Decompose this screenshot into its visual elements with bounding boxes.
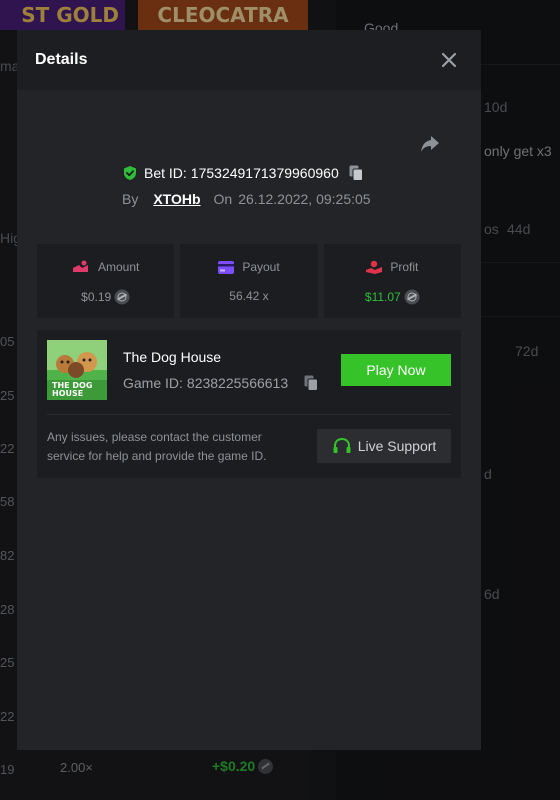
live-support-button[interactable]: Live Support [317,429,451,463]
support-notice: Any issues, please contact the customer … [47,430,267,463]
game-id-label: Game ID: [123,375,183,391]
copy-icon[interactable] [304,375,319,391]
bet-date: 26.12.2022, 09:25:05 [238,191,371,207]
game-thumbnail-art: THE DOG HOUSE [47,340,107,400]
bet-meta-row: By XTOHb On 26.12.2022, 09:25:05 [122,190,371,208]
payout-label: Payout [242,260,280,274]
stat-amount: Amount $0.19 [37,244,175,318]
copy-icon[interactable] [349,165,363,181]
close-icon [441,52,457,68]
headset-icon [333,437,351,453]
profit-value: $11.07 [364,290,401,304]
bet-id-row: Bet ID: 1753249171379960960 [122,163,363,183]
game-card: THE DOG HOUSE The Dog House Game ID: 823… [37,330,461,478]
payout-value: 56.42 x [229,289,269,303]
bet-stats: Amount $0.19 Payout 56.42 x Profit $11.0… [37,244,461,318]
on-label: On [213,191,233,207]
thumbnail-title-line2: HOUSE [52,389,83,398]
username-link[interactable]: XTOHb [153,191,200,207]
bet-details-modal: Details Bet ID: 1753249171379960960 By X… [17,30,481,750]
profit-icon [366,260,383,274]
play-now-button[interactable]: Play Now [341,354,451,386]
bet-id-value: 1753249171379960960 [190,165,339,181]
modal-title: Details [35,51,88,68]
game-thumbnail[interactable]: THE DOG HOUSE [47,340,107,400]
coin-icon [114,289,130,305]
close-button[interactable] [439,50,459,70]
bet-id-label: Bet ID: [144,165,187,181]
game-name: The Dog House [123,349,222,365]
game-id-row: Game ID: 8238225566613 [123,375,319,391]
share-button[interactable] [419,133,441,155]
amount-label: Amount [97,260,140,274]
stat-payout: Payout 56.42 x [180,244,318,318]
payout-icon [218,260,235,274]
game-id-value: 8238225566613 [186,375,289,391]
coin-icon [404,289,420,305]
amount-value: $0.19 [81,290,112,304]
profit-label: Profit [390,260,419,274]
stat-profit: Profit $11.07 [323,244,461,318]
card-divider [47,414,451,415]
amount-icon [72,260,88,272]
share-icon [421,136,439,152]
shield-check-icon [124,166,136,180]
modal-header: Details [17,30,481,90]
live-support-label: Live Support [357,438,437,454]
by-label: By [122,191,139,207]
